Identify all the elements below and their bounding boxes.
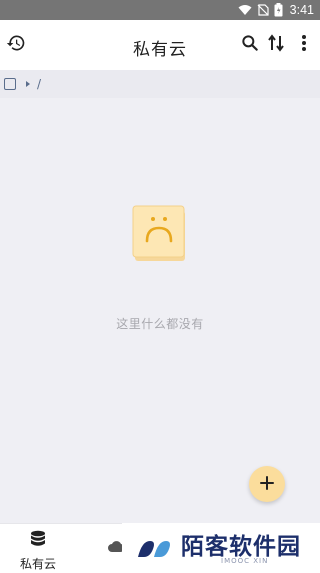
search-button[interactable] (238, 33, 262, 57)
search-icon (240, 33, 260, 57)
breadcrumb: / (0, 70, 320, 98)
plus-icon (260, 475, 274, 494)
watermark-brand: 陌客软件园 (181, 533, 301, 560)
watermark-logo (136, 535, 176, 565)
add-button[interactable] (249, 466, 285, 502)
status-bar: 3:41 (0, 0, 320, 20)
sad-face-icon (132, 205, 187, 263)
select-all-checkbox[interactable] (4, 78, 16, 90)
file-list-area: 这里什么都没有 (0, 98, 320, 523)
more-vert-icon (301, 34, 307, 56)
database-icon (30, 530, 46, 552)
status-time: 3:41 (289, 3, 314, 17)
app-bar: 私有云 (0, 20, 320, 70)
nav-label: 私有云 (19, 557, 56, 571)
nav-item-private-cloud[interactable]: 私有云 (14, 530, 62, 572)
more-options-button[interactable] (292, 33, 316, 57)
swap-vertical-icon (267, 33, 285, 57)
caret-right-icon (26, 81, 30, 87)
no-sim-icon (257, 4, 269, 16)
empty-state-text: 这里什么都没有 (116, 317, 204, 331)
sort-button[interactable] (264, 33, 288, 57)
breadcrumb-root[interactable]: / (37, 77, 41, 91)
wifi-icon (238, 4, 252, 16)
watermark: 陌客软件园 IMOOC XIN (122, 523, 320, 573)
battery-icon (274, 3, 283, 17)
watermark-subtext: IMOOC XIN (221, 557, 269, 565)
